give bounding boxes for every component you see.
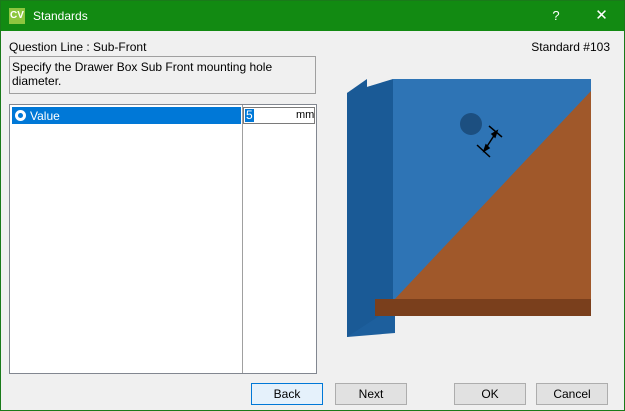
mounting-hole-icon <box>460 113 482 135</box>
close-button[interactable]: ✕ <box>579 1 624 31</box>
title-bar: CV Standards ? ✕ <box>1 1 624 31</box>
standard-number-label: Standard #103 <box>531 40 610 54</box>
value-list[interactable]: Value 5 mm <box>9 104 317 374</box>
panel-left-edge <box>347 79 393 337</box>
cancel-button[interactable]: Cancel <box>536 383 608 405</box>
description-box: Specify the Drawer Box Sub Front mountin… <box>9 56 316 94</box>
list-row-value[interactable]: Value <box>12 107 241 124</box>
help-button[interactable]: ? <box>533 1 579 31</box>
value-input[interactable]: 5 <box>245 109 254 122</box>
wood-base-strip <box>375 299 591 316</box>
row-label: Value <box>30 109 60 123</box>
column-divider <box>242 105 243 373</box>
unit-label: mm <box>296 109 315 121</box>
window-title: Standards <box>33 9 88 23</box>
next-button[interactable]: Next <box>335 383 407 405</box>
standards-dialog: CV Standards ? ✕ Question Line : Sub-Fro… <box>0 0 625 411</box>
app-icon: CV <box>9 8 25 24</box>
ok-button[interactable]: OK <box>454 383 526 405</box>
radio-selected-icon[interactable] <box>15 110 26 121</box>
sub-front-illustration <box>347 79 591 337</box>
value-field-container: 5 mm <box>243 107 315 124</box>
back-button[interactable]: Back <box>251 383 323 405</box>
question-line-label: Question Line : Sub-Front <box>9 40 147 54</box>
